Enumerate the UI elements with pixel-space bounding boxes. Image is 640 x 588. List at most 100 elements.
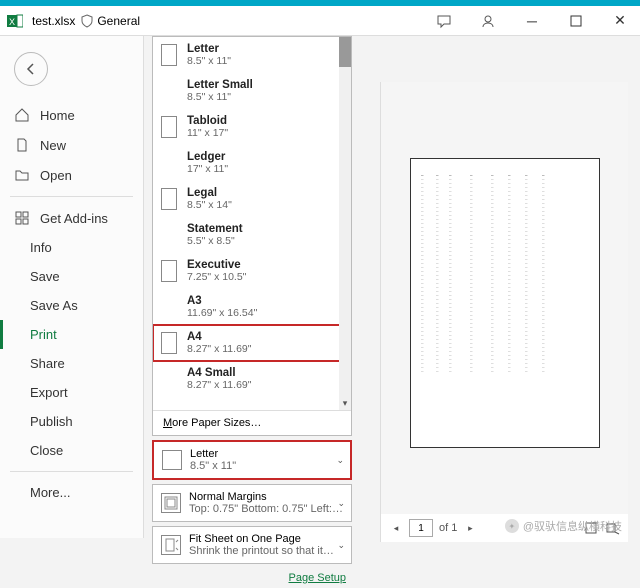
setting-sub: 8.5" x 11" [190,460,236,472]
nav-share[interactable]: Share [0,349,143,378]
setting-label: Normal Margins [189,491,343,503]
paper-size-option[interactable]: A4 Small8.27" x 11.69" [153,361,351,397]
svg-text:X: X [9,17,15,27]
nav-home[interactable]: Home [0,100,143,130]
nav-label: Publish [30,414,73,429]
maximize-button[interactable] [562,7,590,35]
nav-label: Save As [30,298,78,313]
nav-label: New [40,138,66,153]
minimize-button[interactable]: ─ [518,7,546,35]
option-label: A4 [187,331,251,343]
option-dimensions: 7.25" x 10.5" [187,271,246,283]
nav-label: Open [40,168,72,183]
close-button[interactable]: ✕ [606,7,634,35]
grid-icon [14,210,30,226]
page-number-input[interactable] [409,519,433,537]
nav-label: Get Add-ins [40,211,108,226]
print-preview-page: ————————————————————————————————————————… [410,158,600,448]
paper-size-option[interactable]: Legal8.5" x 14" [153,181,351,217]
paper-size-button[interactable]: Letter 8.5" x 11" ⌄ [152,440,352,480]
nav-label: More... [30,485,70,500]
more-paper-sizes[interactable]: More Paper Sizes… [153,410,351,435]
comments-icon[interactable] [430,7,458,35]
watermark-logo-icon: ✦ [505,519,519,533]
document-icon [14,137,30,153]
nav-save-as[interactable]: Save As [0,291,143,320]
page-icon [161,332,177,354]
dropdown-scroll-down[interactable]: ▾ [339,396,351,410]
option-dimensions: 8.5" x 14" [187,199,232,211]
page-icon [161,44,177,66]
option-label: Statement [187,223,243,235]
page-icon [161,296,177,318]
option-dimensions: 8.27" x 11.69" [187,379,251,391]
nav-new[interactable]: New [0,130,143,160]
nav-addins[interactable]: Get Add-ins [0,203,143,233]
nav-close[interactable]: Close [0,436,143,465]
page-icon [161,188,177,210]
nav-label: Save [30,269,60,284]
nav-save[interactable]: Save [0,262,143,291]
nav-label: Print [30,327,57,342]
page-icon [161,152,177,174]
option-dimensions: 11.69" x 16.54" [187,307,257,319]
fit-page-icon [161,535,181,555]
page-setup-link[interactable]: Page Setup [152,568,352,588]
home-icon [14,107,30,123]
option-dimensions: 8.5" x 11" [187,91,253,103]
paper-size-option[interactable]: Letter8.5" x 11" [153,37,351,73]
option-dimensions: 17" x 11" [187,163,228,175]
nav-label: Info [30,240,52,255]
margins-icon [161,493,181,513]
nav-publish[interactable]: Publish [0,407,143,436]
account-icon[interactable] [474,7,502,35]
option-dimensions: 8.27" x 11.69" [187,343,251,355]
option-label: Letter Small [187,79,253,91]
option-label: Executive [187,259,246,271]
option-dimensions: 8.5" x 11" [187,55,231,67]
option-label: A4 Small [187,367,251,379]
prev-page-button[interactable]: ◂ [389,521,403,535]
page-icon [161,80,177,102]
paper-size-option[interactable]: A311.69" x 16.54" [153,289,351,325]
option-label: A3 [187,295,257,307]
paper-size-option[interactable]: Statement5.5" x 8.5" [153,217,351,253]
paper-size-option[interactable]: A48.27" x 11.69" [153,325,351,361]
file-name: test.xlsx [32,14,75,28]
setting-label: Fit Sheet on One Page [189,533,334,545]
option-label: Tabloid [187,115,228,127]
nav-info[interactable]: Info [0,233,143,262]
folder-icon [14,167,30,183]
setting-sub: Top: 0.75" Bottom: 0.75" Left:… [189,503,343,515]
dropdown-scrollbar[interactable] [339,37,351,410]
nav-print[interactable]: Print [0,320,143,349]
paper-size-option[interactable]: Tabloid11" x 17" [153,109,351,145]
backstage-sidebar: Home New Open Get Add-ins Info Save Save… [0,36,144,538]
nav-label: Close [30,443,63,458]
page-icon [161,116,177,138]
nav-export[interactable]: Export [0,378,143,407]
chevron-down-icon: ⌄ [337,540,345,551]
sensitivity-label: General [97,14,140,28]
paper-size-option[interactable]: Ledger17" x 11" [153,145,351,181]
paper-size-dropdown: Letter8.5" x 11"Letter Small8.5" x 11"Ta… [152,36,352,436]
print-preview-pane: ————————————————————————————————————————… [380,82,628,542]
paper-size-option[interactable]: Letter Small8.5" x 11" [153,73,351,109]
watermark: ✦ @驭驮信息纵横科技 [505,518,622,534]
chevron-down-icon: ⌄ [337,498,345,509]
chevron-down-icon: ⌄ [336,455,344,466]
paper-size-option[interactable]: Executive7.25" x 10.5" [153,253,351,289]
excel-icon: X [6,12,24,30]
nav-label: Export [30,385,68,400]
margins-button[interactable]: Normal Margins Top: 0.75" Bottom: 0.75" … [152,484,352,522]
nav-open[interactable]: Open [0,160,143,190]
scaling-button[interactable]: Fit Sheet on One Page Shrink the printou… [152,526,352,564]
page-icon [161,368,177,390]
nav-more[interactable]: More... [0,478,143,507]
option-dimensions: 5.5" x 8.5" [187,235,243,247]
page-of-label: of 1 [439,522,457,534]
option-label: Letter [187,43,231,55]
back-button[interactable] [14,52,48,86]
next-page-button[interactable]: ▸ [463,521,477,535]
option-label: Ledger [187,151,228,163]
